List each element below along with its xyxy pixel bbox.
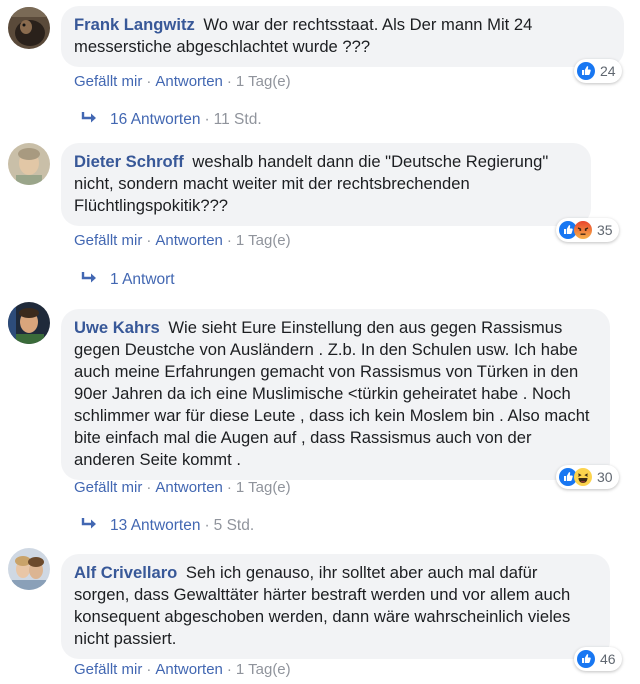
reaction-count: 35 xyxy=(597,222,613,238)
comment-actions: Gefällt mir · Antworten · 1 Tag(e) xyxy=(74,661,291,678)
reply-link[interactable]: Antworten xyxy=(155,232,223,249)
avatar[interactable] xyxy=(8,548,50,590)
reaction-summary[interactable]: 35 xyxy=(556,218,619,242)
avatar[interactable] xyxy=(8,143,50,185)
comment-author[interactable]: Uwe Kahrs xyxy=(74,318,160,337)
replies-link[interactable]: 16 Antworten · 11 Std. xyxy=(80,111,262,129)
comment-timestamp[interactable]: 1 Tag(e) xyxy=(236,232,291,249)
reaction-summary[interactable]: 30 xyxy=(556,465,619,489)
replies-time: 5 Std. xyxy=(213,517,255,534)
comment-bubble: Uwe Kahrs Wie sieht Eure Einstellung den… xyxy=(61,309,610,480)
avatar[interactable] xyxy=(8,302,50,344)
comment-timestamp[interactable]: 1 Tag(e) xyxy=(236,73,291,90)
replies-count[interactable]: 16 Antworten xyxy=(110,111,200,128)
reaction-count: 46 xyxy=(600,651,616,667)
comment-actions: Gefällt mir · Antworten · 1 Tag(e) xyxy=(74,232,291,249)
like-link[interactable]: Gefällt mir xyxy=(74,73,142,90)
reply-arrow-icon xyxy=(80,517,100,531)
replies-link[interactable]: 13 Antworten · 5 Std. xyxy=(80,517,254,535)
comment-bubble: Dieter Schroff weshalb handelt dann die … xyxy=(61,143,591,226)
like-link[interactable]: Gefällt mir xyxy=(74,232,142,249)
comment-timestamp[interactable]: 1 Tag(e) xyxy=(236,661,291,678)
comment-actions: Gefällt mir · Antworten · 1 Tag(e) xyxy=(74,73,291,90)
reply-link[interactable]: Antworten xyxy=(155,661,223,678)
reply-link[interactable]: Antworten xyxy=(155,479,223,496)
reply-link[interactable]: Antworten xyxy=(155,73,223,90)
replies-time: 11 Std. xyxy=(213,111,262,128)
comment-author[interactable]: Frank Langwitz xyxy=(74,15,195,34)
comment-author[interactable]: Alf Crivellaro xyxy=(74,563,177,582)
replies-count[interactable]: 13 Antworten xyxy=(110,517,200,534)
like-link[interactable]: Gefällt mir xyxy=(74,479,142,496)
reaction-count: 24 xyxy=(600,63,616,79)
comment-bubble: Alf Crivellaro Seh ich genauso, ihr soll… xyxy=(61,554,610,659)
avatar[interactable] xyxy=(8,7,50,49)
like-link[interactable]: Gefällt mir xyxy=(74,661,142,678)
like-reaction-icon xyxy=(577,650,595,668)
comment-text: Wie sieht Eure Einstellung den aus gegen… xyxy=(74,318,590,469)
comment-timestamp[interactable]: 1 Tag(e) xyxy=(236,479,291,496)
replies-link[interactable]: 1 Antwort xyxy=(80,271,175,289)
reaction-count: 30 xyxy=(597,469,613,485)
angry-reaction-icon xyxy=(574,221,592,239)
comment-bubble: Frank Langwitz Wo war der rechtsstaat. A… xyxy=(61,6,624,67)
replies-count[interactable]: 1 Antwort xyxy=(110,271,175,288)
reply-arrow-icon xyxy=(80,271,100,285)
reply-arrow-icon xyxy=(80,111,100,125)
comment-actions: Gefällt mir · Antworten · 1 Tag(e) xyxy=(74,479,291,496)
reaction-summary[interactable]: 46 xyxy=(574,647,622,671)
like-reaction-icon xyxy=(577,62,595,80)
comment-author[interactable]: Dieter Schroff xyxy=(74,152,184,171)
reaction-summary[interactable]: 24 xyxy=(574,59,622,83)
haha-reaction-icon xyxy=(574,468,592,486)
